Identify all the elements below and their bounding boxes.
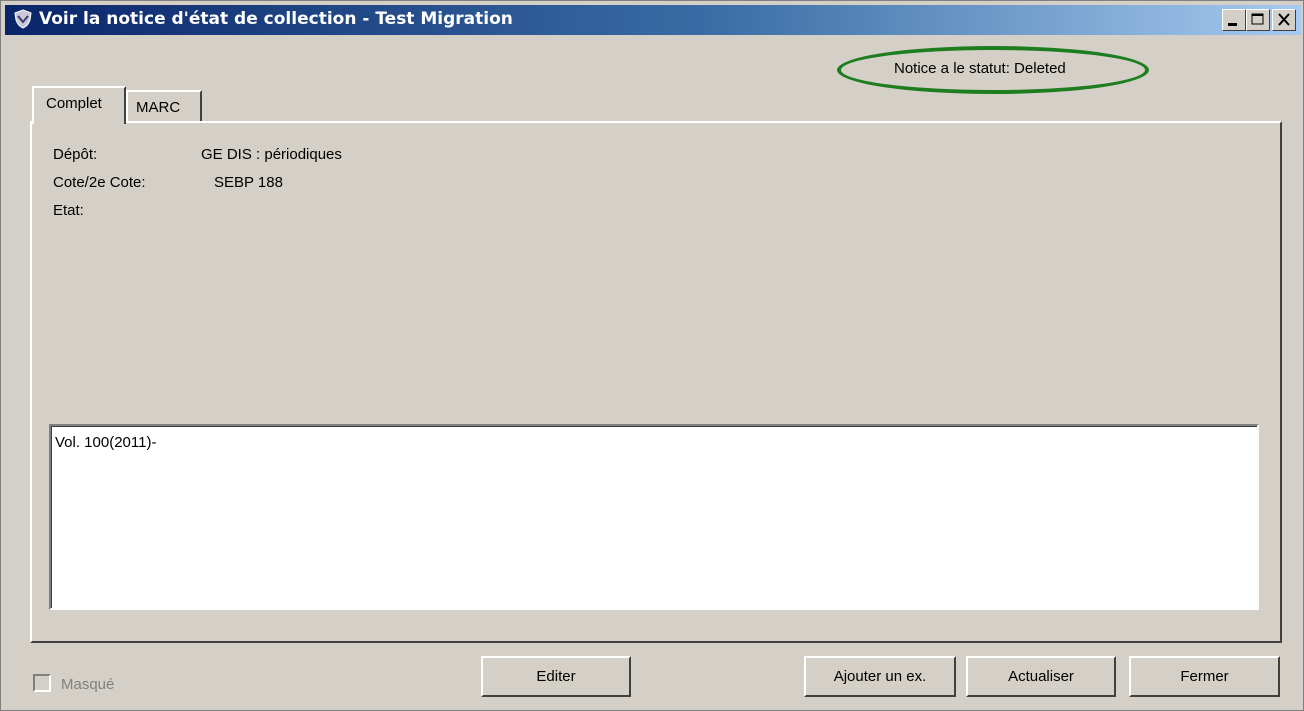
- tab-marc[interactable]: MARC: [126, 90, 202, 122]
- masque-checkbox[interactable]: [33, 674, 51, 692]
- close-dialog-button-label: Fermer: [1180, 668, 1229, 685]
- holdings-textarea[interactable]: Vol. 100(2011)-: [49, 424, 1259, 610]
- maximize-icon: [1251, 13, 1264, 25]
- close-dialog-button[interactable]: Fermer: [1129, 656, 1280, 697]
- title-bar[interactable]: Voir la notice d'état de collection - Te…: [5, 5, 1301, 35]
- dialog-window: Voir la notice d'état de collection - Te…: [0, 0, 1304, 711]
- tab-marc-label: MARC: [136, 99, 181, 116]
- holdings-text: Vol. 100(2011)-: [55, 434, 157, 451]
- window-title: Voir la notice d'état de collection - Te…: [39, 9, 513, 29]
- depot-value: GE DIS : périodiques: [201, 146, 342, 163]
- minimize-button[interactable]: [1222, 9, 1246, 31]
- add-item-button[interactable]: Ajouter un ex.: [804, 656, 956, 697]
- refresh-button[interactable]: Actualiser: [966, 656, 1116, 697]
- app-shield-icon: [13, 9, 33, 29]
- edit-button-label: Editer: [536, 668, 576, 685]
- refresh-button-label: Actualiser: [1008, 668, 1074, 685]
- cote-label: Cote/2e Cote:: [53, 174, 146, 191]
- add-item-button-label: Ajouter un ex.: [833, 668, 927, 685]
- tab-complet-label: Complet: [46, 95, 102, 112]
- close-icon: [1278, 13, 1290, 26]
- etat-label: Etat:: [53, 202, 84, 219]
- tab-complet[interactable]: Complet: [32, 86, 126, 124]
- edit-button[interactable]: Editer: [481, 656, 631, 697]
- minimize-icon: [1228, 23, 1237, 26]
- masque-checkbox-label: Masqué: [61, 676, 115, 693]
- depot-label: Dépôt:: [53, 146, 98, 163]
- maximize-button[interactable]: [1246, 9, 1270, 31]
- status-highlight-oval: [837, 46, 1149, 94]
- close-button[interactable]: [1272, 9, 1296, 31]
- cote-value: SEBP 188: [214, 174, 283, 191]
